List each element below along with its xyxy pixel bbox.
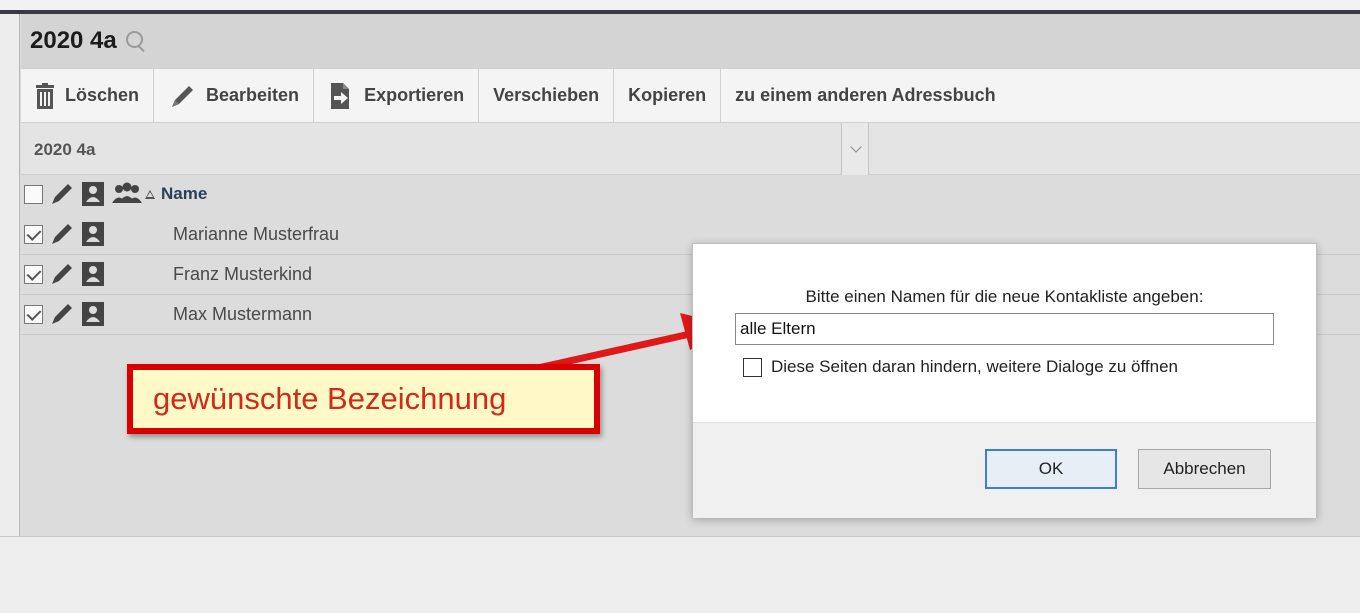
annotation-text: gewünschte Bezeichnung [153, 381, 507, 416]
pencil-icon[interactable] [49, 301, 75, 327]
ok-button[interactable]: OK [985, 449, 1117, 489]
row-checkbox[interactable] [24, 225, 43, 244]
prevent-dialogs-option[interactable]: Diese Seiten daran hindern, weitere Dial… [743, 357, 1178, 377]
dialog-footer: OK Abbrechen [693, 422, 1316, 518]
contact-name: Max Mustermann [173, 304, 313, 324]
other-addressbook-label: zu einem anderen Adressbuch [735, 85, 996, 105]
cancel-button[interactable]: Abbrechen [1138, 449, 1271, 489]
list-header-row: Name [21, 175, 1360, 215]
person-icon [82, 302, 104, 326]
contact-name: Franz Musterkind [173, 264, 313, 284]
list-name-input[interactable] [735, 313, 1274, 345]
addressbook-select-value: 2020 4a [34, 140, 96, 159]
name-column-header[interactable]: Name [161, 184, 207, 204]
row-checkbox[interactable] [24, 265, 43, 284]
copy-button-label: Kopieren [628, 85, 707, 105]
search-icon[interactable] [125, 30, 147, 52]
prompt-dialog: Bitte einen Namen für die neue Kontaklis… [692, 243, 1317, 518]
export-icon [331, 82, 350, 109]
delete-button-label: Löschen [65, 85, 140, 105]
dialog-message: Bitte einen Namen für die neue Kontaklis… [805, 287, 1204, 306]
delete-button[interactable]: Löschen [21, 69, 155, 122]
left-edge [0, 14, 20, 536]
annotation-callout: gewünschte Bezeichnung [127, 364, 600, 434]
page-title: 2020 4a [30, 27, 117, 54]
person-icon [82, 182, 104, 206]
row-checkbox[interactable] [24, 305, 43, 324]
sort-ascending-icon [145, 190, 155, 199]
edit-button-label: Bearbeiten [206, 85, 300, 105]
export-button-label: Exportieren [364, 85, 465, 105]
select-all-checkbox[interactable] [24, 185, 43, 204]
move-button-label: Verschieben [493, 85, 600, 105]
pencil-icon[interactable] [49, 221, 75, 247]
other-addressbook-button[interactable]: zu einem anderen Adressbuch [721, 69, 1009, 122]
title-bar: 2020 4a [21, 14, 1360, 68]
prevent-dialogs-label[interactable]: Diese Seiten daran hindern, weitere Dial… [771, 357, 1178, 377]
toolbar: Löschen Bearbeiten Exportieren Verschieb… [21, 68, 1360, 123]
addressbook-select[interactable]: 2020 4a [21, 123, 1360, 175]
prevent-dialogs-checkbox[interactable] [743, 357, 762, 377]
pencil-icon [52, 184, 72, 204]
dialog-body: Bitte einen Namen für die neue Kontaklis… [693, 244, 1316, 422]
move-button[interactable]: Verschieben [479, 69, 615, 122]
group-icon [112, 182, 142, 203]
page-footer-area [0, 536, 1360, 613]
person-icon [82, 262, 104, 286]
person-icon [82, 222, 104, 246]
trash-icon [36, 82, 54, 109]
copy-button[interactable]: Kopieren [614, 69, 722, 122]
edit-button[interactable]: Bearbeiten [154, 69, 315, 122]
contact-name: Marianne Musterfrau [173, 224, 340, 244]
chevron-down-icon[interactable] [841, 123, 869, 175]
export-button[interactable]: Exportieren [314, 69, 480, 122]
pencil-icon[interactable] [49, 261, 75, 287]
pencil-icon [172, 85, 194, 107]
top-bar [0, 0, 1360, 14]
